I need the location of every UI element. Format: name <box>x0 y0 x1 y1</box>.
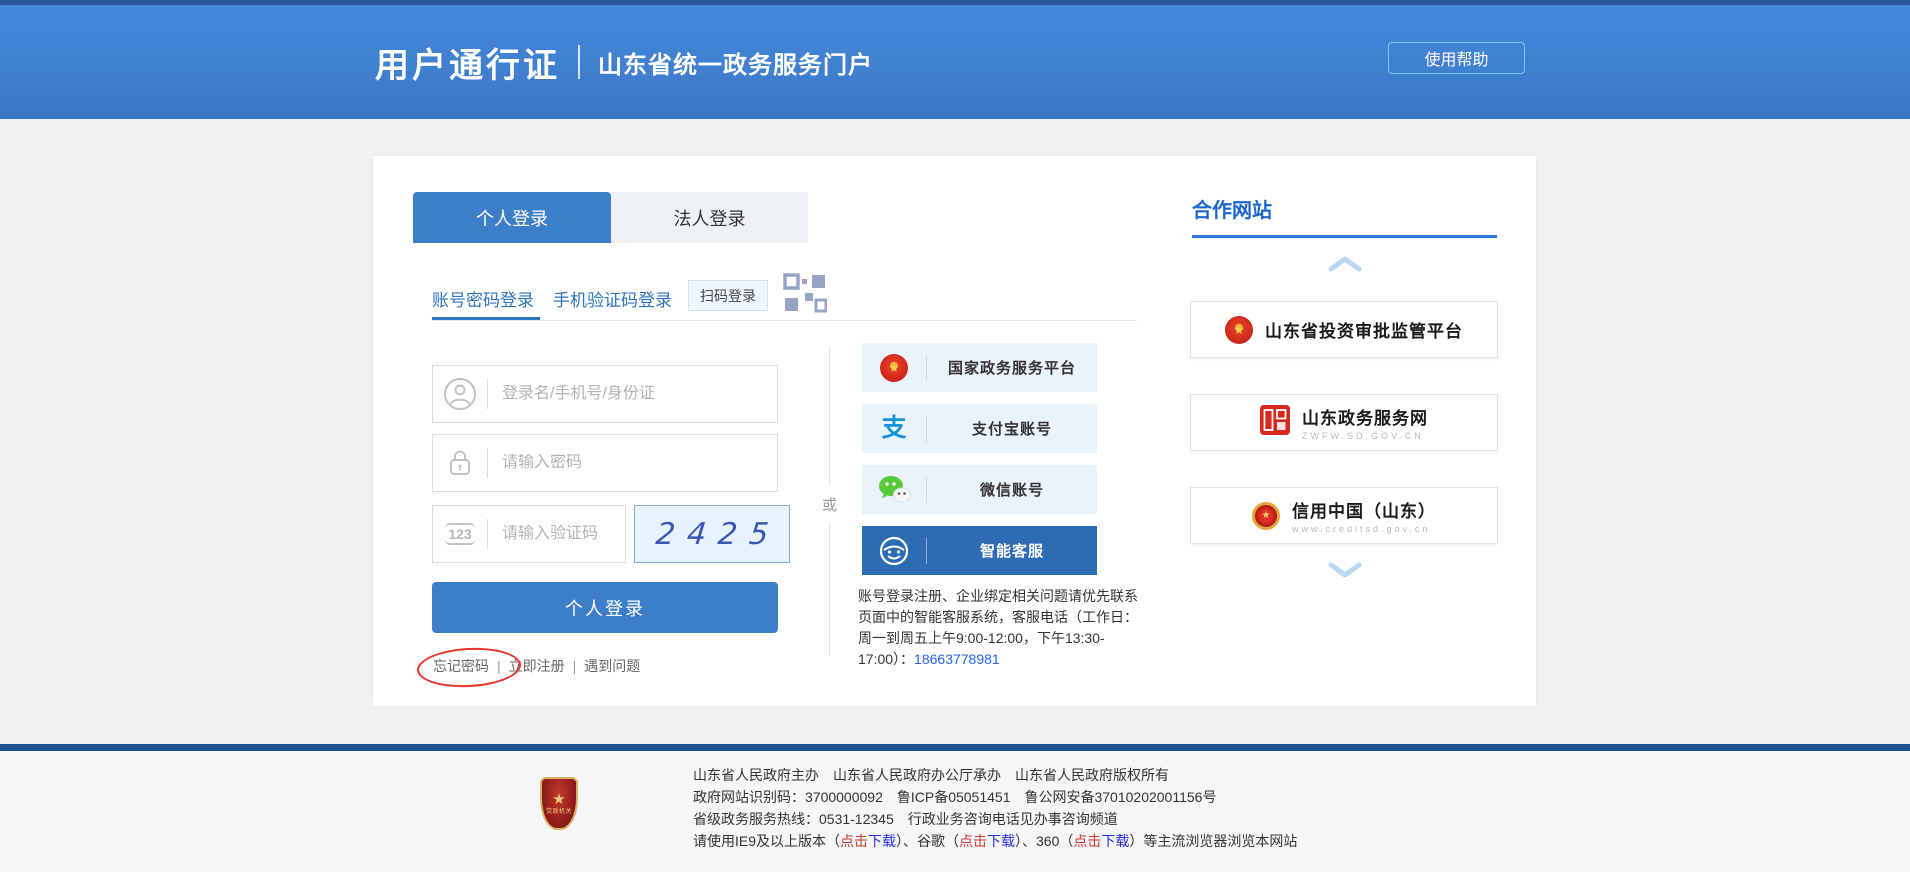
smart-service-icon <box>862 536 926 566</box>
government-badge-icon: ★ 党政机关 <box>540 777 578 830</box>
captcha-field: 123 <box>432 505 626 563</box>
partners-title: 合作网站 <box>1192 194 1272 223</box>
download-link-360[interactable]: 点击下载 <box>1073 833 1129 849</box>
footer-line-sponsor: 山东省人民政府主办 山东省人民政府办公厅承办 山东省人民政府版权所有 <box>693 764 1297 786</box>
link-separator: | <box>497 658 501 674</box>
browser-text: ）、谷歌（ <box>896 833 959 849</box>
or-text: 或 <box>816 486 843 523</box>
partners-scroll-up-chevron-icon[interactable] <box>1328 256 1362 277</box>
customer-service-notice: 账号登录注册、企业绑定相关问题请优先联系页面中的智能客服系统，客服电话（工作日：… <box>858 586 1142 670</box>
footer-divider-bar <box>0 744 1910 751</box>
sso-label: 支付宝账号 <box>927 418 1097 439</box>
partner-url: www.creditsd.gov.cn <box>1292 524 1430 534</box>
footer-text-block: 山东省人民政府主办 山东省人民政府办公厅承办 山东省人民政府版权所有 政府网站识… <box>693 764 1297 852</box>
credit-china-emblem-icon: ★ <box>1252 502 1280 530</box>
partners-scroll-down-chevron-icon[interactable] <box>1328 562 1362 583</box>
tab-legal-login[interactable]: 法人登录 <box>611 192 808 243</box>
footer-line-browser: 请使用IE9及以上版本（点击下载）、谷歌（点击下载）、360（点击下载）等主流浏… <box>693 830 1297 852</box>
partner-name: 山东政务服务网 <box>1302 404 1428 429</box>
badge-label: 党政机关 <box>546 809 572 815</box>
sso-national-platform-button[interactable]: ★ 国家政务服务平台 <box>862 343 1097 392</box>
username-field <box>432 365 778 423</box>
footer: ★ 党政机关 山东省人民政府主办 山东省人民政府办公厅承办 山东省人民政府版权所… <box>0 751 1910 872</box>
user-icon <box>433 377 487 411</box>
main-area: 个人登录 法人登录 账号密码登录 手机验证码登录 扫码登录 <box>0 119 1910 744</box>
browser-text: ）、360（ <box>1015 833 1073 849</box>
password-input[interactable] <box>488 454 777 472</box>
sso-alipay-button[interactable]: 支 支付宝账号 <box>862 404 1097 453</box>
captcha-code: 2425 <box>642 517 782 552</box>
qr-code-icon[interactable] <box>783 273 827 318</box>
captcha-123-icon: 123 <box>433 523 487 545</box>
captcha-image[interactable]: 2425 <box>634 505 790 563</box>
brand: 用户通行证 山东省统一政务服务门户 <box>375 5 873 119</box>
password-field <box>432 434 778 492</box>
captcha-input[interactable] <box>488 525 625 543</box>
method-account-password[interactable]: 账号密码登录 <box>432 286 534 311</box>
form-links: 忘记密码 | 立即注册 | 遇到问题 <box>433 656 640 676</box>
login-card: 个人登录 法人登录 账号密码登录 手机验证码登录 扫码登录 <box>373 156 1536 706</box>
alipay-icon: 支 <box>862 416 926 441</box>
site-subtitle: 山东省统一政务服务门户 <box>598 45 873 80</box>
partner-name: 信用中国（山东） <box>1292 497 1436 522</box>
partner-name: 山东省投资审批监管平台 <box>1265 317 1463 342</box>
method-sms-code[interactable]: 手机验证码登录 <box>553 286 672 311</box>
browser-text: ）等主流浏览器浏览本网站 <box>1129 833 1297 849</box>
help-button[interactable]: 使用帮助 <box>1388 42 1525 74</box>
link-separator: | <box>573 658 577 674</box>
red-seal-icon <box>1260 405 1290 440</box>
personal-login-submit-button[interactable]: 个人登录 <box>432 582 778 633</box>
method-qr-login[interactable]: 扫码登录 <box>688 280 768 311</box>
download-link-ie[interactable]: 点击下载 <box>840 833 896 849</box>
sso-label: 智能客服 <box>927 540 1097 561</box>
username-input[interactable] <box>488 385 777 403</box>
brand-divider <box>578 45 580 79</box>
page: 用户通行证 山东省统一政务服务门户 使用帮助 个人登录 法人登录 账号密码登录 … <box>0 0 1910 891</box>
methods-divider-line <box>432 320 1137 321</box>
footer-line-icp: 政府网站识别码：3700000092 鲁ICP备05051451 鲁公网安备37… <box>693 786 1297 808</box>
download-link-chrome[interactable]: 点击下载 <box>959 833 1015 849</box>
national-emblem-icon: ★ <box>862 354 926 382</box>
service-phone-link[interactable]: 18663778981 <box>914 651 1000 667</box>
browser-text: 请使用IE9及以上版本（ <box>693 833 840 849</box>
trouble-link[interactable]: 遇到问题 <box>584 656 640 676</box>
sso-smart-service-button[interactable]: 智能客服 <box>862 526 1097 575</box>
partner-card-credit-china[interactable]: ★ 信用中国（山东） www.creditsd.gov.cn <box>1190 487 1498 544</box>
forgot-password-link[interactable]: 忘记密码 <box>433 656 489 676</box>
footer-line-hotline: 省级政务服务热线：0531-12345 行政业务咨询电话见办事咨询频道 <box>693 808 1297 830</box>
partner-card-investment-platform[interactable]: ★ 山东省投资审批监管平台 <box>1190 301 1498 358</box>
partner-card-zwfw[interactable]: 山东政务服务网 ZWFW.SD.GOV.CN <box>1190 394 1498 451</box>
sso-label: 微信账号 <box>927 479 1097 500</box>
wechat-icon <box>862 475 926 504</box>
national-emblem-icon: ★ <box>1225 316 1253 344</box>
header: 用户通行证 山东省统一政务服务门户 使用帮助 <box>0 5 1910 119</box>
lock-icon <box>433 446 487 480</box>
tab-personal-login[interactable]: 个人登录 <box>413 192 611 243</box>
register-now-link[interactable]: 立即注册 <box>509 656 565 676</box>
sso-wechat-button[interactable]: 微信账号 <box>862 465 1097 514</box>
site-logo: 用户通行证 <box>375 38 560 87</box>
sso-label: 国家政务服务平台 <box>927 357 1097 378</box>
partner-url: ZWFW.SD.GOV.CN <box>1302 431 1424 441</box>
partners-title-underline <box>1192 235 1497 238</box>
